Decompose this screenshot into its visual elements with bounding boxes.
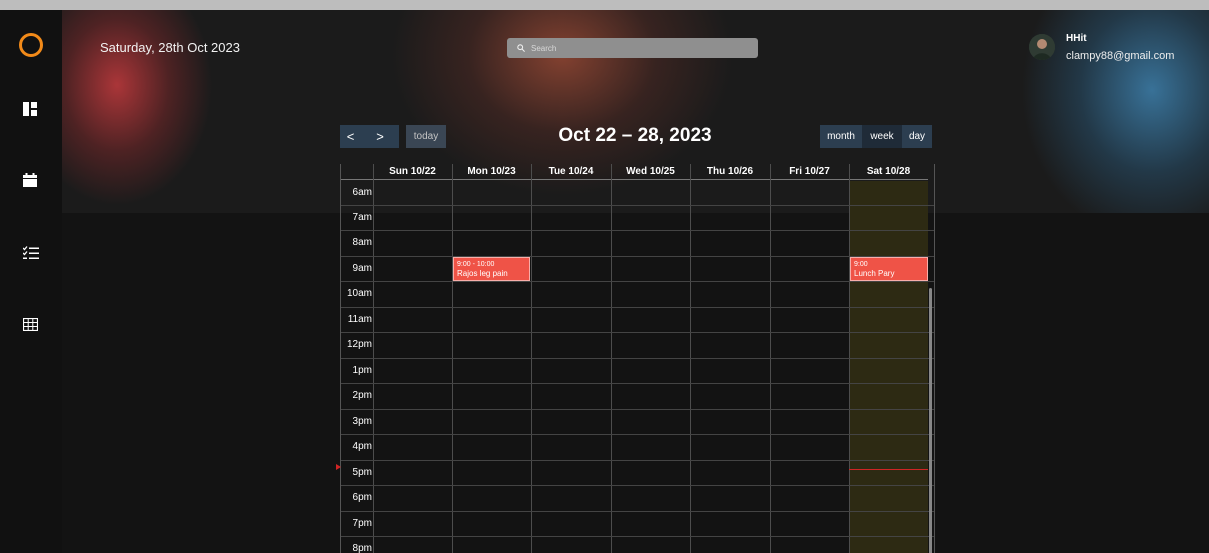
hour-line bbox=[341, 460, 934, 461]
next-week-button[interactable]: > bbox=[361, 125, 399, 148]
week-calendar-grid: Sun 10/22 Mon 10/23 Tue 10/24 Wed 10/25 … bbox=[340, 164, 935, 553]
app-logo[interactable] bbox=[19, 33, 43, 57]
day-header-thu: Thu 10/26 bbox=[690, 164, 770, 180]
user-email: clampy88@gmail.com bbox=[1066, 50, 1175, 62]
time-label: 9am bbox=[352, 263, 372, 274]
time-label: 6pm bbox=[352, 492, 372, 503]
search-input[interactable] bbox=[529, 42, 733, 54]
today-column-highlight bbox=[849, 181, 928, 553]
hour-line bbox=[341, 332, 934, 333]
time-gutter-header bbox=[341, 164, 373, 180]
event-card[interactable]: 9:00 Lunch Pary bbox=[850, 257, 928, 281]
time-label: 1pm bbox=[352, 365, 372, 376]
month-view-button[interactable]: month bbox=[820, 125, 862, 148]
time-label: 4pm bbox=[352, 441, 372, 452]
time-label: 3pm bbox=[352, 416, 372, 427]
hour-line bbox=[341, 230, 934, 231]
hour-line bbox=[341, 256, 934, 257]
hour-line bbox=[341, 307, 934, 308]
dashboard-icon[interactable] bbox=[23, 102, 41, 120]
checklist-icon[interactable] bbox=[22, 246, 41, 264]
time-label: 5pm bbox=[352, 467, 372, 478]
sidebar bbox=[0, 10, 62, 553]
hour-line bbox=[341, 536, 934, 537]
time-label: 8am bbox=[352, 237, 372, 248]
day-header-mon: Mon 10/23 bbox=[452, 164, 531, 180]
hour-line bbox=[341, 409, 934, 410]
time-label: 8pm bbox=[352, 543, 372, 553]
avatar[interactable] bbox=[1029, 34, 1055, 60]
user-name: HHit bbox=[1066, 33, 1087, 44]
prev-week-button[interactable]: < bbox=[340, 125, 361, 148]
hour-line bbox=[341, 511, 934, 512]
grid-scrollbar[interactable] bbox=[929, 288, 932, 553]
event-title: Rajos leg pain bbox=[457, 269, 508, 278]
day-header-sun: Sun 10/22 bbox=[373, 164, 452, 180]
calendar-title: Oct 22 – 28, 2023 bbox=[558, 125, 712, 146]
day-view-button[interactable]: day bbox=[902, 125, 932, 148]
search-bar[interactable] bbox=[507, 38, 758, 58]
time-label: 2pm bbox=[352, 390, 372, 401]
today-button[interactable]: today bbox=[406, 125, 446, 148]
time-label: 7am bbox=[352, 212, 372, 223]
time-label: 12pm bbox=[346, 339, 372, 350]
hour-line bbox=[341, 205, 934, 206]
hour-line bbox=[341, 485, 934, 486]
current-time-indicator bbox=[849, 469, 928, 470]
hour-line bbox=[341, 358, 934, 359]
time-label: 6am bbox=[352, 187, 372, 198]
hour-line bbox=[341, 281, 934, 282]
current-date: Saturday, 28th Oct 2023 bbox=[100, 40, 240, 55]
event-title: Lunch Pary bbox=[854, 269, 895, 278]
table-icon[interactable] bbox=[22, 317, 41, 336]
search-icon bbox=[517, 44, 525, 52]
window-top-strip bbox=[0, 0, 1209, 10]
day-header-tue: Tue 10/24 bbox=[531, 164, 611, 180]
event-time: 9:00 - 10:00 bbox=[457, 261, 495, 268]
now-marker-icon bbox=[336, 464, 341, 470]
time-label: 7pm bbox=[352, 518, 372, 529]
event-time: 9:00 bbox=[854, 261, 868, 268]
calendar-icon[interactable] bbox=[23, 173, 41, 191]
week-view-button[interactable]: week bbox=[862, 125, 902, 148]
day-header-wed: Wed 10/25 bbox=[611, 164, 690, 180]
event-card[interactable]: 9:00 - 10:00 Rajos leg pain bbox=[453, 257, 530, 281]
time-label: 10am bbox=[346, 288, 372, 299]
hour-line bbox=[341, 383, 934, 384]
day-header-fri: Fri 10/27 bbox=[770, 164, 849, 180]
day-header-sat: Sat 10/28 bbox=[849, 164, 928, 180]
hour-line bbox=[341, 434, 934, 435]
time-label: 11am bbox=[347, 314, 372, 325]
